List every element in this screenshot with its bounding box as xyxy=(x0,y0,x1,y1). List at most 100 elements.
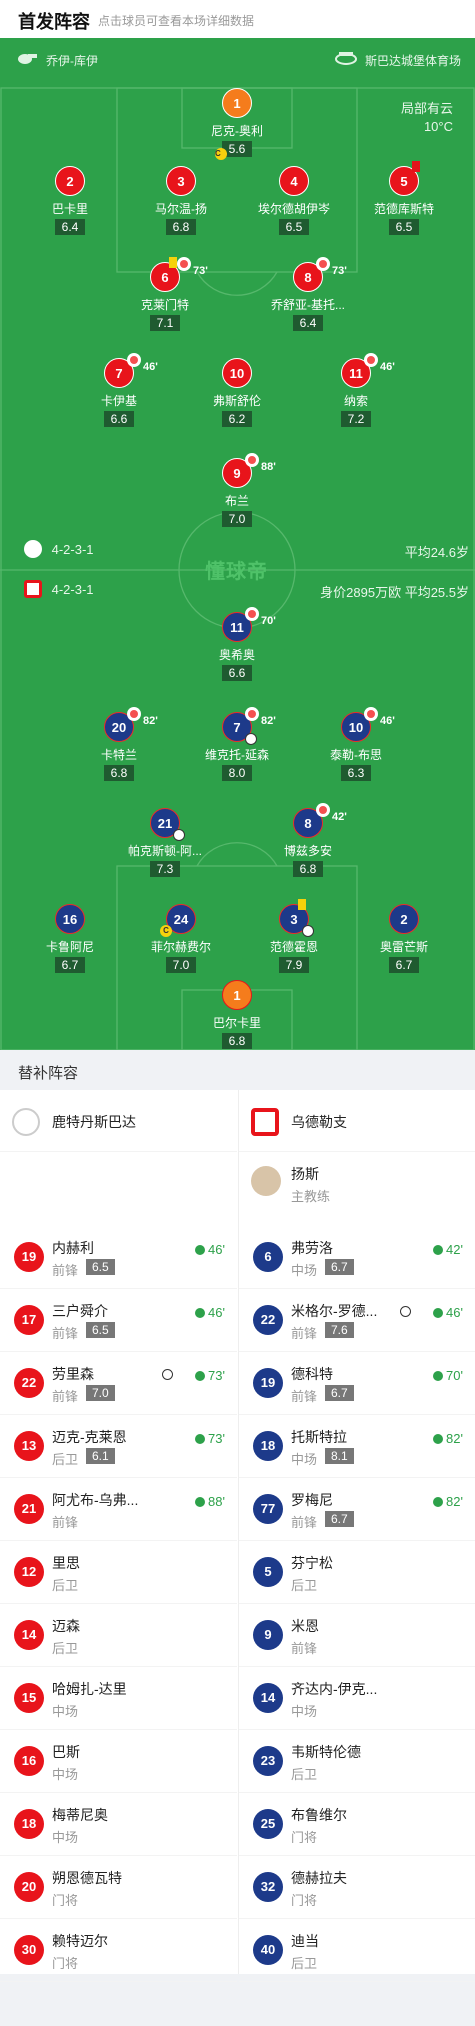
player-number-text: 8 xyxy=(304,270,312,285)
sub-position: 门将 xyxy=(52,1893,79,1908)
sub-name: 赖特迈尔 xyxy=(52,1933,108,1949)
away-player[interactable]: 10 46' 泰勒-布思 6.3 xyxy=(301,707,411,782)
away-player[interactable]: 3 范德霍恩 7.9 xyxy=(239,899,349,974)
away-player[interactable]: 7 82' 维克托-延森 8.0 xyxy=(182,707,292,782)
player-number-text: 7 xyxy=(233,720,241,735)
player-rating: 6.5 xyxy=(279,219,309,235)
sub-player-row[interactable]: 13 迈克-克莱恩 后卫 6.1 73' xyxy=(0,1415,237,1478)
away-player-gk[interactable]: 1 巴尔卡里 6.8 xyxy=(182,980,292,1050)
player-name: 乔舒亚-基托... xyxy=(271,298,345,312)
sub-player-row[interactable]: 14 迈森 后卫 xyxy=(0,1604,237,1667)
sub-minute: 82' xyxy=(261,715,276,727)
player-number-text: 7 xyxy=(115,366,123,381)
away-value-age: 身价2895万欧 平均25.5岁 xyxy=(320,585,469,600)
player-name: 卡伊基 xyxy=(100,394,137,408)
sub-on-minute: 82' xyxy=(433,1494,463,1509)
sub-player-row[interactable]: 16 巴斯 中场 xyxy=(0,1730,237,1793)
sub-position: 前锋 xyxy=(52,1263,79,1278)
sub-player-row[interactable]: 5 芬宁松 后卫 xyxy=(239,1541,475,1604)
player-number: 1 xyxy=(222,980,252,1010)
sub-player-row[interactable]: 14 齐达内-伊克... 中场 xyxy=(239,1667,475,1730)
home-player[interactable]: 3 马尔温-扬 6.8 xyxy=(126,166,236,236)
home-player[interactable]: 8 73' 乔舒亚-基托... 6.4 xyxy=(253,257,363,332)
sub-minute: 73' xyxy=(332,265,347,277)
player-rating: 6.7 xyxy=(389,957,419,973)
home-player-gk[interactable]: 1 尼克-奥利 5.6 xyxy=(182,88,292,158)
sub-player-row[interactable]: 22 劳里森 前锋 7.0 73' xyxy=(0,1352,237,1415)
sub-player-row[interactable]: 18 梅蒂尼奥 中场 xyxy=(0,1793,237,1856)
player-rating: 6.8 xyxy=(166,219,196,235)
sub-player-row[interactable]: 17 三户舜介 前锋 6.5 46' xyxy=(0,1289,237,1352)
sub-player-row[interactable]: 30 赖特迈尔 门将 xyxy=(0,1919,237,1982)
sub-minute: 46' xyxy=(143,361,158,373)
sub-number: 12 xyxy=(14,1557,44,1587)
player-name: 布兰 xyxy=(224,494,249,508)
sub-player-row[interactable]: 15 哈姆扎-达里 中场 xyxy=(0,1667,237,1730)
sub-player-row[interactable]: 25 布鲁维尔 门将 xyxy=(239,1793,475,1856)
sub-player-row[interactable]: 19 德科特 前锋 6.7 70' xyxy=(239,1352,475,1415)
player-number: 11 70' xyxy=(222,607,276,642)
player-number: 6 73' xyxy=(150,257,208,292)
sub-off-icon xyxy=(245,707,259,721)
away-player[interactable]: 11 70' 奥希奥 6.6 xyxy=(182,607,292,682)
home-player[interactable]: 5 范德库斯特 6.5 xyxy=(349,161,459,236)
home-player[interactable]: 7 46' 卡伊基 6.6 xyxy=(64,353,174,428)
sub-name: 里思 xyxy=(52,1555,80,1571)
sub-player-row[interactable]: 12 里思 后卫 xyxy=(0,1541,237,1604)
sub-player-row[interactable]: 9 米恩 前锋 xyxy=(239,1604,475,1667)
player-rating: 6.6 xyxy=(104,411,134,427)
sub-name: 劳里森 xyxy=(52,1366,94,1382)
sub-on-minute: 82' xyxy=(433,1431,463,1446)
away-subs-team[interactable]: 乌德勒支 xyxy=(239,1090,475,1152)
player-number: 9 88' xyxy=(222,453,276,488)
sub-minute: 73' xyxy=(193,265,208,277)
yellow-card-icon xyxy=(298,899,306,910)
away-player[interactable]: 2 奥雷芒斯 6.7 xyxy=(349,904,459,974)
player-rating: 6.4 xyxy=(55,219,85,235)
away-player[interactable]: 20 82' 卡特兰 6.8 xyxy=(64,707,174,782)
coach-avatar xyxy=(251,1166,281,1196)
sub-player-row[interactable]: 32 德赫拉夫 门将 xyxy=(239,1856,475,1919)
sub-name: 芬宁松 xyxy=(291,1555,333,1571)
weather-text: 局部有云 xyxy=(400,101,453,116)
away-player[interactable]: 21 帕克斯顿-阿... 7.3 xyxy=(110,808,220,878)
player-number-text: 20 xyxy=(111,720,127,735)
home-subs-team[interactable]: 鹿特丹斯巴达 xyxy=(0,1090,237,1152)
sub-rating: 6.5 xyxy=(86,1259,115,1275)
player-number: 3 xyxy=(279,899,314,937)
subs-panel: 鹿特丹斯巴达 19 内赫利 前锋 6.5 46' 17 三户舜介 前锋 6.5 46' 22 劳里森前… xyxy=(0,1090,475,1982)
away-player[interactable]: 24 C 菲尔赫费尔 7.0 xyxy=(126,904,236,974)
sub-player-row[interactable]: 6 弗劳洛 中场 6.7 42' xyxy=(239,1226,475,1289)
player-name: 维克托-延森 xyxy=(205,748,269,762)
home-player[interactable]: 9 88' 布兰 7.0 xyxy=(182,453,292,528)
player-number: 3 xyxy=(166,166,196,196)
home-player[interactable]: 4 埃尔德胡伊岑 6.5 xyxy=(239,166,349,236)
player-name: 埃尔德胡伊岑 xyxy=(257,202,330,216)
stadium-icon xyxy=(335,52,357,65)
sub-player-row[interactable]: 23 韦斯特伦德 后卫 xyxy=(239,1730,475,1793)
away-player[interactable]: 16 卡鲁阿尼 6.7 xyxy=(15,904,125,974)
home-coach-empty xyxy=(0,1152,237,1226)
away-formation: 4-2-3-1 xyxy=(51,582,94,597)
sub-rating: 8.1 xyxy=(325,1448,354,1464)
away-player[interactable]: 8 42' 博兹多安 6.8 xyxy=(253,803,363,878)
home-player[interactable]: 11 46' 纳索 7.2 xyxy=(301,353,411,428)
home-player[interactable]: 6 73' 克莱门特 7.1 xyxy=(110,257,220,332)
home-player[interactable]: 10 弗斯舒伦 6.2 xyxy=(182,358,292,428)
sub-name: 迈森 xyxy=(52,1618,80,1634)
player-rating: 6.3 xyxy=(341,765,371,781)
home-player[interactable]: 2 巴卡里 6.4 xyxy=(15,166,125,236)
sub-player-row[interactable]: 19 内赫利 前锋 6.5 46' xyxy=(0,1226,237,1289)
sub-player-row[interactable]: 18 托斯特拉 中场 8.1 82' xyxy=(239,1415,475,1478)
weather-info: 局部有云 10°C xyxy=(401,100,453,136)
player-number: 1 xyxy=(222,88,252,118)
sub-position: 中场 xyxy=(291,1263,318,1278)
sub-player-row[interactable]: 21 阿尤布-乌弗... 前锋 88' xyxy=(0,1478,237,1541)
sub-player-row[interactable]: 22 米格尔-罗德... 前锋 7.6 46' xyxy=(239,1289,475,1352)
sub-on-minute: 88' xyxy=(195,1494,225,1509)
sub-player-row[interactable]: 40 迪当 后卫 xyxy=(239,1919,475,1982)
away-coach[interactable]: 扬斯 主教练 xyxy=(239,1152,475,1226)
sub-player-row[interactable]: 77 罗梅尼 前锋 6.7 82' xyxy=(239,1478,475,1541)
sub-number: 13 xyxy=(14,1431,44,1461)
sub-player-row[interactable]: 20 朔恩德瓦特 门将 xyxy=(0,1856,237,1919)
